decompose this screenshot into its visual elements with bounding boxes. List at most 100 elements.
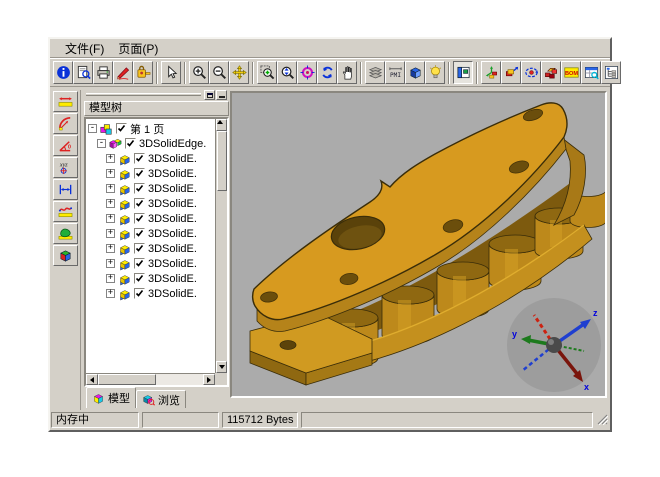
tree-item-label[interactable]: 3DSolidE. — [148, 168, 197, 180]
tree-item-label[interactable]: 3DSolidE. — [148, 183, 197, 195]
security-key-button[interactable] — [133, 61, 153, 84]
axis-navigator[interactable]: z x y — [504, 295, 604, 395]
x-axis-label: x — [584, 382, 589, 392]
pmi-button[interactable]: PMI — [385, 61, 405, 84]
tree-item-label[interactable]: 3DSolidE. — [148, 213, 197, 225]
model-tree-toggle-button[interactable] — [453, 61, 473, 84]
lighting-button[interactable] — [425, 61, 445, 84]
tree-item-label[interactable]: 3DSolidE. — [148, 198, 197, 210]
measure-angle-button[interactable]: 0 — [53, 135, 78, 156]
vertical-scroll-thumb[interactable] — [217, 131, 227, 191]
bulb-icon — [428, 65, 443, 80]
tab-model[interactable]: 模型 — [86, 387, 136, 408]
tree-item-label[interactable]: 3DSolidE. — [148, 153, 197, 165]
pan-axes-button[interactable] — [229, 61, 249, 84]
info-button[interactable] — [53, 61, 73, 84]
tree-row: +3DSolidE. — [86, 166, 215, 181]
print-button[interactable] — [93, 61, 113, 84]
toolbar-group — [161, 61, 181, 84]
explode-view-button[interactable] — [541, 61, 561, 84]
part-cube-icon — [117, 152, 131, 166]
tree-checkbox[interactable] — [134, 198, 145, 209]
refresh-icon — [320, 65, 335, 80]
scroll-right-button[interactable] — [203, 374, 215, 385]
tree-checkbox[interactable] — [134, 168, 145, 179]
tree-expander[interactable]: - — [88, 124, 97, 133]
measure-volume-button[interactable] — [53, 245, 78, 266]
measure-radius-button[interactable] — [53, 113, 78, 134]
scroll-down-button[interactable] — [216, 361, 227, 373]
tree-checkbox[interactable] — [134, 153, 145, 164]
tree-checkbox[interactable] — [134, 288, 145, 299]
measure-gap-button[interactable] — [53, 179, 78, 200]
zoom-window-button[interactable] — [257, 61, 277, 84]
tree-checkbox[interactable] — [134, 258, 145, 269]
tree-horizontal-scrollbar[interactable] — [86, 373, 215, 385]
tree-expander[interactable]: + — [106, 274, 115, 283]
panel-hide-button[interactable] — [216, 90, 227, 100]
menu-item-file[interactable]: 文件(F) — [58, 38, 111, 59]
horizontal-scroll-thumb[interactable] — [98, 374, 156, 385]
tree-item-label[interactable]: 第 1 页 — [130, 121, 164, 137]
markup-pen-button[interactable] — [113, 61, 133, 84]
tree-expander[interactable]: + — [106, 229, 115, 238]
move-part-button[interactable] — [501, 61, 521, 84]
horizontal-scroll-track[interactable] — [156, 374, 203, 385]
zoom-in-button[interactable] — [189, 61, 209, 84]
measure-distance-button[interactable] — [53, 91, 78, 112]
measure-curve-length-button[interactable] — [53, 201, 78, 222]
tree-expander[interactable]: - — [97, 139, 106, 148]
assembly-tools-button[interactable] — [481, 61, 501, 84]
toolbar-separator — [360, 62, 362, 84]
tree-expander[interactable]: + — [106, 289, 115, 298]
measure-area-button[interactable] — [53, 223, 78, 244]
panel-grip[interactable] — [86, 93, 201, 96]
tree-expander[interactable]: + — [106, 154, 115, 163]
tree-item-label[interactable]: 3DSolidE. — [148, 288, 197, 300]
rotate-part-button[interactable] — [521, 61, 541, 84]
toolbar-group — [53, 61, 153, 84]
tree-vertical-scrollbar[interactable] — [215, 119, 227, 373]
select-button[interactable] — [161, 61, 181, 84]
toolbar-group: BOM — [481, 61, 621, 84]
tree-expander[interactable]: + — [106, 199, 115, 208]
tree-checkbox[interactable] — [134, 213, 145, 224]
orbit-button[interactable] — [297, 61, 317, 84]
tree-checkbox[interactable] — [134, 228, 145, 239]
tab-browse[interactable]: 浏览 — [136, 390, 186, 408]
tree-checkbox[interactable] — [134, 243, 145, 254]
tree-item-label[interactable]: 3DSolidE. — [148, 228, 197, 240]
tree-item-label[interactable]: 3DSolidE. — [148, 273, 197, 285]
print-preview-button[interactable] — [73, 61, 93, 84]
tree-checkbox[interactable] — [134, 183, 145, 194]
report-button[interactable] — [581, 61, 601, 84]
tree-item-label[interactable]: 3DSolidEdge. — [139, 138, 206, 150]
panel-grip-bar[interactable] — [84, 90, 229, 101]
viewport[interactable]: z x y — [230, 91, 607, 398]
measure-coordinate-button[interactable]: xyz — [53, 157, 78, 178]
tree-expander[interactable]: + — [106, 214, 115, 223]
bom-button[interactable]: BOM — [561, 61, 581, 84]
tree-checkbox[interactable] — [125, 138, 136, 149]
refresh-view-button[interactable] — [317, 61, 337, 84]
tree-expander[interactable]: + — [106, 184, 115, 193]
scroll-left-button[interactable] — [86, 374, 98, 385]
measure-angle-icon: 0 — [58, 138, 73, 153]
layers-button[interactable] — [365, 61, 385, 84]
panel-float-button[interactable] — [204, 90, 215, 100]
scroll-up-button[interactable] — [216, 119, 227, 131]
tree-expander[interactable]: + — [106, 244, 115, 253]
tree-checkbox[interactable] — [134, 273, 145, 284]
dynamic-zoom-button[interactable] — [277, 61, 297, 84]
tree-item-label[interactable]: 3DSolidE. — [148, 258, 197, 270]
pan-hand-button[interactable] — [337, 61, 357, 84]
tree-expander[interactable]: + — [106, 169, 115, 178]
menu-item-page[interactable]: 页面(P) — [111, 38, 165, 59]
tree-checkbox[interactable] — [116, 123, 127, 134]
render-mode-button[interactable] — [405, 61, 425, 84]
resize-grip[interactable] — [596, 413, 608, 427]
structure-list-button[interactable] — [601, 61, 621, 84]
zoom-out-button[interactable] — [209, 61, 229, 84]
tree-item-label[interactable]: 3DSolidE. — [148, 243, 197, 255]
tree-expander[interactable]: + — [106, 259, 115, 268]
